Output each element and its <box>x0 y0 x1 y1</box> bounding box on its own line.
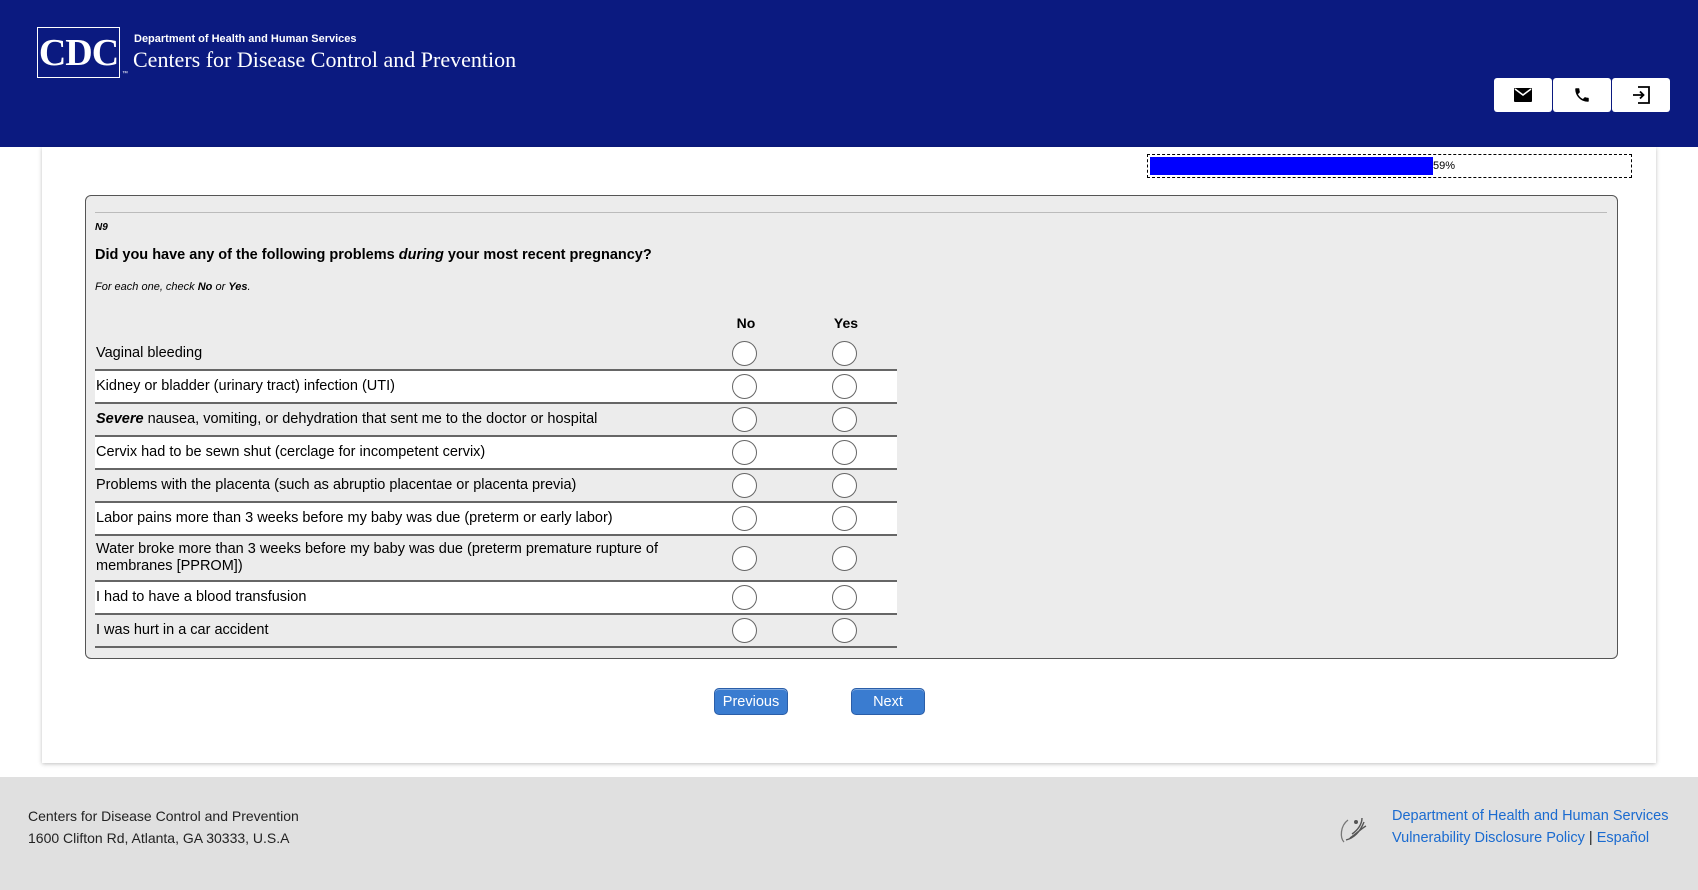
radio-no[interactable] <box>732 440 757 465</box>
site-header: CDC ™ Department of Health and Human Ser… <box>0 0 1698 147</box>
radio-yes[interactable] <box>832 374 857 399</box>
radio-no[interactable] <box>732 341 757 366</box>
radio-no[interactable] <box>732 407 757 432</box>
question-row: Cervix had to be sewn shut (cerclage for… <box>95 437 897 470</box>
row-label: Severe nausea, vomiting, or dehydration … <box>96 411 598 427</box>
row-label: Kidney or bladder (urinary tract) infect… <box>96 378 395 394</box>
radio-no[interactable] <box>732 374 757 399</box>
radio-no[interactable] <box>732 585 757 610</box>
footer-separator: | <box>1588 830 1593 846</box>
question-row: I had to have a blood transfusion <box>95 582 897 615</box>
question-row: Severe nausea, vomiting, or dehydration … <box>95 404 897 437</box>
espanol-link[interactable]: Español <box>1597 830 1649 846</box>
question-row: Labor pains more than 3 weeks before my … <box>95 503 897 536</box>
question-instruction: For each one, check No or Yes. <box>95 281 251 293</box>
trademark-mark: ™ <box>122 71 128 77</box>
row-label: Problems with the placenta (such as abru… <box>96 477 577 493</box>
previous-button[interactable]: Previous <box>714 688 788 715</box>
question-row: Water broke more than 3 weeks before my … <box>95 536 897 582</box>
question-row: I was hurt in a car accident <box>95 615 897 648</box>
radio-no[interactable] <box>732 618 757 643</box>
exit-button[interactable] <box>1612 78 1670 112</box>
cdc-logo[interactable]: CDC <box>37 27 120 78</box>
row-label: I had to have a blood transfusion <box>96 589 307 605</box>
radio-yes[interactable] <box>832 585 857 610</box>
row-label: Vaginal bleeding <box>96 345 203 361</box>
progress-fill <box>1150 157 1433 175</box>
question-row: Kidney or bladder (urinary tract) infect… <box>95 371 897 404</box>
footer-address: 1600 Clifton Rd, Atlanta, GA 30333, U.S.… <box>28 830 290 846</box>
department-name: Department of Health and Human Services <box>134 33 357 45</box>
email-button[interactable] <box>1494 78 1552 112</box>
row-label: Labor pains more than 3 weeks before my … <box>96 510 613 526</box>
phone-icon <box>1575 88 1589 102</box>
footer-policy-links: Vulnerability Disclosure Policy | Españo… <box>1392 830 1649 846</box>
radio-no[interactable] <box>732 545 757 571</box>
question-divider <box>95 212 1607 213</box>
radio-no[interactable] <box>732 473 757 498</box>
radio-no[interactable] <box>732 506 757 531</box>
radio-yes[interactable] <box>832 473 857 498</box>
radio-yes[interactable] <box>832 618 857 643</box>
vulnerability-disclosure-link[interactable]: Vulnerability Disclosure Policy <box>1392 830 1585 846</box>
radio-yes[interactable] <box>832 506 857 531</box>
column-header-yes: Yes <box>833 315 859 331</box>
column-header-no: No <box>736 315 756 331</box>
exit-icon <box>1633 86 1650 104</box>
row-label: I was hurt in a car accident <box>96 622 269 638</box>
mail-icon <box>1514 88 1532 102</box>
row-label: Water broke more than 3 weeks before my … <box>96 541 658 574</box>
question-id: N9 <box>95 222 108 233</box>
next-button[interactable]: Next <box>851 688 925 715</box>
question-text: Did you have any of the following proble… <box>95 247 652 263</box>
question-row: Vaginal bleeding <box>95 338 897 371</box>
progress-bar: 59% <box>1147 154 1632 178</box>
radio-yes[interactable] <box>832 407 857 432</box>
footer-org-name: Centers for Disease Control and Preventi… <box>28 808 299 824</box>
radio-yes[interactable] <box>832 545 857 571</box>
row-label: Cervix had to be sewn shut (cerclage for… <box>96 444 486 460</box>
radio-yes[interactable] <box>832 341 857 366</box>
organization-name: Centers for Disease Control and Preventi… <box>133 47 517 72</box>
progress-label: 59% <box>1433 160 1456 172</box>
radio-yes[interactable] <box>832 440 857 465</box>
hhs-eagle-icon <box>1340 817 1367 843</box>
question-row: Problems with the placenta (such as abru… <box>95 470 897 503</box>
hhs-link[interactable]: Department of Health and Human Services <box>1392 808 1668 824</box>
phone-button[interactable] <box>1553 78 1611 112</box>
